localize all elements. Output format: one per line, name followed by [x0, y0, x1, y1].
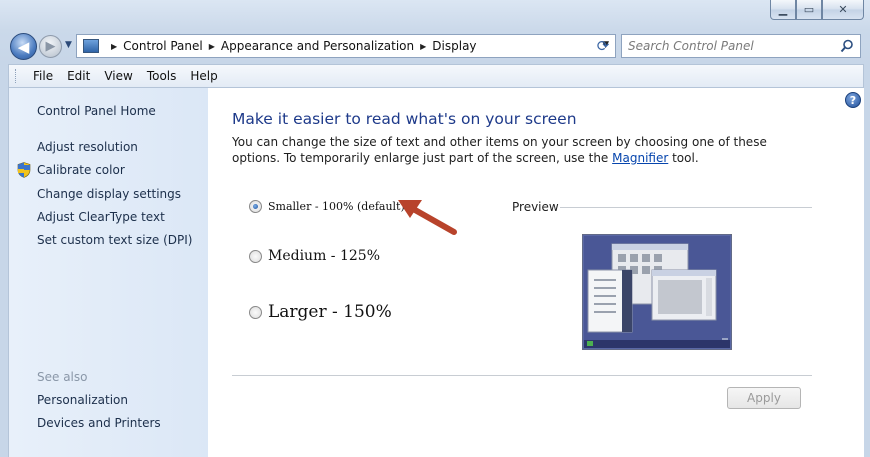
search-box[interactable] — [621, 34, 861, 58]
preview-image — [582, 234, 732, 350]
magnifier-link[interactable]: Magnifier — [612, 151, 668, 165]
menu-grip — [15, 69, 18, 83]
option-smaller[interactable]: Smaller - 100% (default) — [249, 200, 405, 213]
back-arrow-icon: ◀ — [17, 37, 30, 56]
option-larger[interactable]: Larger - 150% — [249, 302, 392, 322]
annotation-arrow-icon — [398, 200, 457, 235]
sidebar-link-personalization[interactable]: Personalization — [37, 393, 128, 407]
address-bar[interactable]: ▶ Control Panel ▶ Appearance and Persona… — [76, 34, 616, 58]
menu-bar: File Edit View Tools Help — [8, 64, 864, 88]
option-smaller-label: Smaller - 100% (default) — [268, 200, 405, 213]
uac-shield-icon — [17, 162, 31, 178]
radio-smaller[interactable] — [249, 200, 262, 213]
sidebar-link-adjust-cleartype[interactable]: Adjust ClearType text — [37, 210, 165, 224]
page-title: Make it easier to read what's on your sc… — [232, 110, 577, 128]
main-panel: ? Make it easier to read what's on your … — [208, 88, 865, 457]
forward-arrow-icon: ▶ — [45, 39, 56, 54]
sidebar-link-calibrate-color[interactable]: Calibrate color — [37, 163, 125, 177]
sidebar-link-custom-text-size[interactable]: Set custom text size (DPI) — [37, 233, 192, 247]
task-sidebar: Control Panel Home Adjust resolution Cal… — [9, 88, 208, 457]
page-description: You can change the size of text and othe… — [232, 134, 792, 166]
apply-button[interactable]: Apply — [727, 387, 801, 409]
caption-buttons: ▁ ▭ ✕ — [770, 0, 864, 21]
control-panel-icon — [83, 39, 99, 53]
menu-edit[interactable]: Edit — [60, 69, 97, 83]
radio-larger[interactable] — [249, 305, 262, 319]
breadcrumb-display[interactable]: Display — [432, 39, 476, 53]
refresh-button[interactable]: ⟳ — [590, 34, 616, 58]
minimize-icon: ▁ — [778, 3, 788, 16]
sidebar-link-adjust-resolution[interactable]: Adjust resolution — [37, 140, 138, 154]
breadcrumb-chevron-icon[interactable]: ▶ — [209, 42, 215, 51]
option-medium[interactable]: Medium - 125% — [249, 248, 380, 264]
menu-file[interactable]: File — [26, 69, 60, 83]
search-icon[interactable] — [840, 39, 854, 53]
menu-view[interactable]: View — [97, 69, 139, 83]
content-area: Control Panel Home Adjust resolution Cal… — [8, 88, 864, 457]
close-icon: ✕ — [838, 3, 848, 16]
window-frame: ▁ ▭ ✕ ◀ ▶ ▼ ▶ Control Panel ▶ Appearance… — [0, 0, 870, 457]
see-also-heading: See also — [37, 370, 88, 384]
back-button[interactable]: ◀ — [10, 33, 37, 60]
preview-divider — [560, 207, 812, 208]
description-text-end: tool. — [668, 151, 699, 165]
preview-label: Preview — [512, 200, 559, 214]
sidebar-link-devices-printers[interactable]: Devices and Printers — [37, 416, 161, 430]
navigation-bar: ◀ ▶ ▼ ▶ Control Panel ▶ Appearance and P… — [8, 30, 864, 62]
help-icon[interactable]: ? — [845, 92, 861, 108]
breadcrumb-appearance[interactable]: Appearance and Personalization — [221, 39, 414, 53]
refresh-icon: ⟳ — [596, 37, 610, 55]
breadcrumb-control-panel[interactable]: Control Panel — [123, 39, 203, 53]
recent-pages-dropdown[interactable]: ▼ — [65, 40, 72, 50]
sidebar-link-control-panel-home[interactable]: Control Panel Home — [37, 104, 156, 118]
option-larger-label: Larger - 150% — [268, 302, 392, 322]
search-input[interactable] — [622, 39, 832, 53]
menu-tools[interactable]: Tools — [140, 69, 184, 83]
bottom-divider — [232, 375, 812, 376]
breadcrumb-chevron-icon[interactable]: ▶ — [420, 42, 426, 51]
minimize-button[interactable]: ▁ — [770, 0, 796, 20]
close-button[interactable]: ✕ — [822, 0, 864, 20]
forward-button[interactable]: ▶ — [39, 35, 62, 58]
menu-help[interactable]: Help — [183, 69, 224, 83]
breadcrumb-chevron-icon[interactable]: ▶ — [111, 42, 117, 51]
sidebar-link-change-display-settings[interactable]: Change display settings — [37, 187, 181, 201]
maximize-button[interactable]: ▭ — [796, 0, 822, 20]
radio-medium[interactable] — [249, 249, 262, 263]
maximize-icon: ▭ — [803, 3, 815, 16]
option-medium-label: Medium - 125% — [268, 248, 381, 264]
